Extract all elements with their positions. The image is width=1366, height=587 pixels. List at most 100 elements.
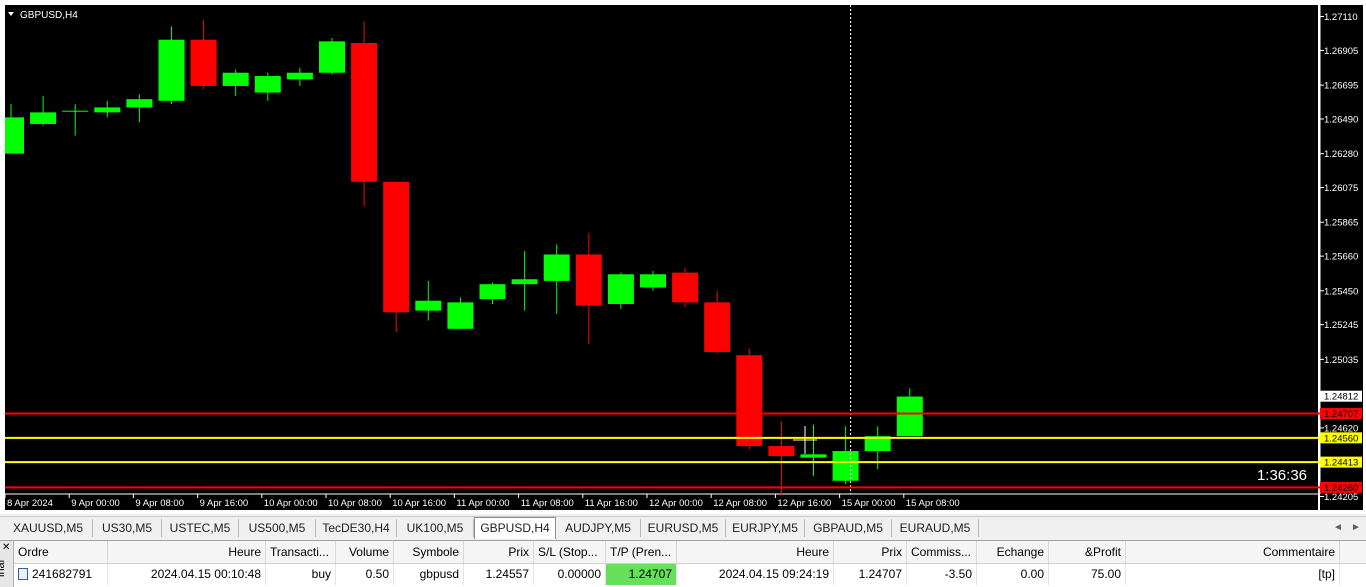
tab-audjpy[interactable]: AUDJPY,M5 (556, 519, 641, 537)
level-price-label: 1.24707 (1324, 409, 1358, 420)
cell-profit: 75.00 (1049, 564, 1126, 585)
time-tick-label: 9 Apr 08:00 (135, 498, 184, 509)
time-tick-label: 11 Apr 00:00 (456, 498, 509, 509)
candle-body[interactable] (158, 39, 185, 101)
cell-stop-loss: 0.00000 (534, 564, 606, 585)
col-commentaire[interactable]: Commentaire (1126, 541, 1340, 563)
order-icon (18, 567, 28, 580)
tab-gbpaud[interactable]: GBPAUD,M5 (805, 519, 892, 537)
col-volume[interactable]: Volume (336, 541, 394, 563)
col-ordre[interactable]: Ordre (14, 541, 108, 563)
time-tick-label: 10 Apr 08:00 (328, 498, 382, 509)
candle-body[interactable] (704, 302, 731, 352)
candle-body[interactable] (672, 272, 699, 303)
price-tick-label: 1.26695 (1324, 81, 1358, 92)
price-tick-label: 1.26905 (1324, 46, 1358, 57)
time-tick-label: 15 Apr 00:00 (842, 498, 896, 509)
terminal-label: inal (0, 559, 7, 577)
candle-body[interactable] (94, 107, 121, 113)
price-tick-label: 1.26280 (1324, 149, 1358, 160)
cell-ordre: 241682791 (14, 564, 108, 585)
candle-body[interactable] (383, 181, 410, 313)
candle-body[interactable] (351, 42, 378, 182)
candle-body[interactable] (126, 99, 153, 108)
time-tick-label: 11 Apr 16:00 (585, 498, 638, 509)
candle-body[interactable] (768, 446, 795, 457)
candle-timer: 1:36:36 (1257, 467, 1307, 484)
price-tick-label: 1.25865 (1324, 218, 1358, 229)
price-chart[interactable]: GBPUSD,H4 1.27110 1.26905 1.26695 1.26490 1.2… (0, 0, 1366, 514)
col-stop-loss[interactable]: S/L (Stop... (534, 541, 606, 563)
col-take-profit[interactable]: T/P (Pren... (606, 541, 677, 563)
tab-xauusd[interactable]: XAUUSD,M5 (4, 519, 93, 537)
table-header: Ordre Heure Transacti... Volume Symbole … (14, 541, 1366, 564)
terminal-sidebar: ✕ inal (0, 541, 14, 587)
level-price-label: 1.24413 (1324, 458, 1358, 469)
chart-window[interactable]: GBPUSD,H4 1.27110 1.26905 1.26695 1.26490 1.2… (0, 0, 1366, 514)
cell-commentaire: [tp] (1126, 564, 1340, 585)
tab-ustec[interactable]: USTEC,M5 (162, 519, 239, 537)
candle-body[interactable] (736, 355, 763, 447)
price-tick-label: 1.25035 (1324, 355, 1358, 366)
candle-body[interactable] (30, 112, 57, 124)
level-price-label: 1.24812 (1324, 392, 1358, 403)
tab-scroll-left-icon[interactable]: ◄ (1333, 519, 1343, 537)
col-heure-open[interactable]: Heure (108, 541, 266, 563)
candle-body[interactable] (222, 72, 249, 86)
tab-gbpusd[interactable]: GBPUSD,H4 (474, 517, 556, 539)
cell-volume: 0.50 (336, 564, 394, 585)
candle-body[interactable] (62, 110, 89, 112)
candle-body[interactable] (800, 454, 827, 458)
tab-tecde30[interactable]: TecDE30,H4 (316, 519, 397, 537)
cell-symbole: gbpusd (394, 564, 464, 585)
tab-us30[interactable]: US30,M5 (93, 519, 162, 537)
col-prix-close[interactable]: Prix (834, 541, 907, 563)
time-tick-label: 9 Apr 00:00 (71, 498, 120, 509)
tab-euraud[interactable]: EURAUD,M5 (892, 519, 979, 537)
candle-body[interactable] (575, 254, 602, 306)
price-tick-label: 1.25660 (1324, 252, 1358, 263)
col-prix-open[interactable]: Prix (464, 541, 534, 563)
tab-eurusd[interactable]: EURUSD,M5 (641, 519, 726, 537)
time-tick-label: 15 Apr 08:00 (906, 498, 960, 509)
col-commission[interactable]: Commiss... (907, 541, 977, 563)
candle-body[interactable] (415, 300, 442, 311)
table-row[interactable]: 241682791 2024.04.15 00:10:48 buy 0.50 g… (14, 564, 1366, 585)
candle-body[interactable] (511, 279, 538, 285)
cell-prix-open: 1.24557 (464, 564, 534, 585)
cell-transaction: buy (266, 564, 336, 585)
tab-eurjpy[interactable]: EURJPY,M5 (726, 519, 805, 537)
chart-title: GBPUSD,H4 (20, 10, 78, 21)
time-tick-label: 10 Apr 16:00 (392, 498, 446, 509)
candle-body[interactable] (447, 302, 474, 329)
col-symbole[interactable]: Symbole (394, 541, 464, 563)
candle-body[interactable] (543, 254, 570, 281)
tab-scroll-right-icon[interactable]: ► (1351, 519, 1361, 537)
candle-body[interactable] (190, 39, 217, 86)
col-echange[interactable]: Echange (977, 541, 1049, 563)
level-price-label: 1.24260 (1324, 483, 1358, 494)
candle-body[interactable] (896, 396, 923, 437)
price-tick-label: 1.27110 (1324, 12, 1358, 23)
candle-body[interactable] (254, 76, 281, 93)
time-tick-label: 12 Apr 00:00 (649, 498, 703, 509)
price-tick-label: 1.26075 (1324, 183, 1358, 194)
price-tick-label: 1.25450 (1324, 286, 1358, 297)
candle-body[interactable] (319, 41, 345, 73)
col-heure-close[interactable]: Heure (677, 541, 834, 563)
tab-us500[interactable]: US500,M5 (239, 519, 316, 537)
cell-echange: 0.00 (977, 564, 1049, 585)
candle-body[interactable] (479, 284, 506, 300)
col-transaction[interactable]: Transacti... (266, 541, 336, 563)
close-icon[interactable]: ✕ (2, 542, 10, 554)
col-profit[interactable]: &Profit (1049, 541, 1126, 563)
time-tick-label: 12 Apr 16:00 (777, 498, 831, 509)
tab-uk100[interactable]: UK100,M5 (397, 519, 474, 537)
candle-body[interactable] (607, 274, 634, 305)
candle-body[interactable] (640, 274, 666, 288)
candle-body[interactable] (832, 451, 859, 481)
cell-take-profit: 1.24707 (606, 564, 677, 585)
candle-body[interactable] (5, 117, 24, 154)
candle-body[interactable] (286, 72, 313, 80)
terminal-panel: ✕ inal Ordre Heure Transacti... Volume S… (0, 540, 1366, 587)
